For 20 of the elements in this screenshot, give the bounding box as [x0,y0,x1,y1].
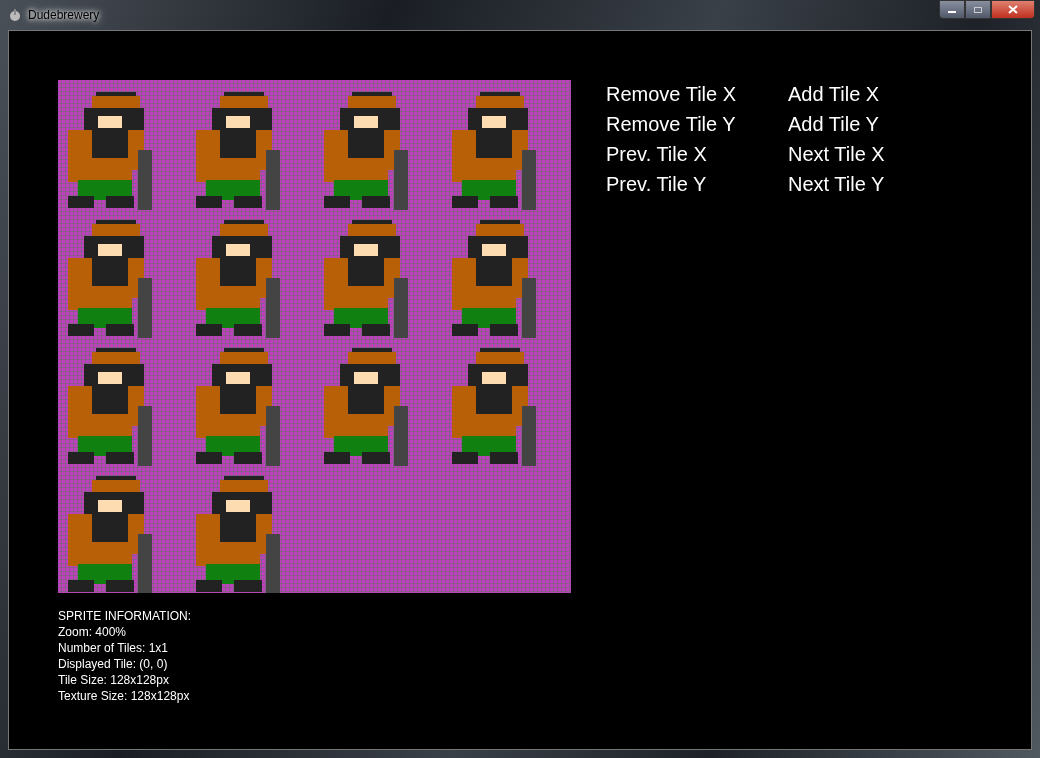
info-line: Tile Size: 128x128px [58,672,169,688]
window-title: Dudebrewery [28,8,100,22]
close-button[interactable] [991,0,1035,19]
minimize-button[interactable] [939,0,965,19]
tile-button[interactable]: Add Tile X [788,81,880,107]
info-line: Texture Size: 128x128px [58,688,190,704]
tile-button[interactable]: Next Tile X [788,141,885,167]
info-heading: SPRITE INFORMATION: [58,608,192,624]
close-icon [1008,5,1018,14]
tile-button[interactable]: Remove Tile X [606,81,768,107]
tile-button[interactable]: Add Tile Y [788,111,879,137]
maximize-icon [973,5,983,14]
info-line: Displayed Tile: (0, 0) [58,656,168,672]
tile-button[interactable]: Remove Tile Y [606,111,768,137]
tile-button[interactable]: Prev. Tile Y [606,171,768,197]
tile-button[interactable]: Prev. Tile X [606,141,768,167]
tile-button[interactable]: Next Tile Y [788,171,885,197]
maximize-button[interactable] [965,0,991,19]
info-line: Zoom: 400% [58,624,127,640]
info-line: Number of Tiles: 1x1 [58,640,169,656]
